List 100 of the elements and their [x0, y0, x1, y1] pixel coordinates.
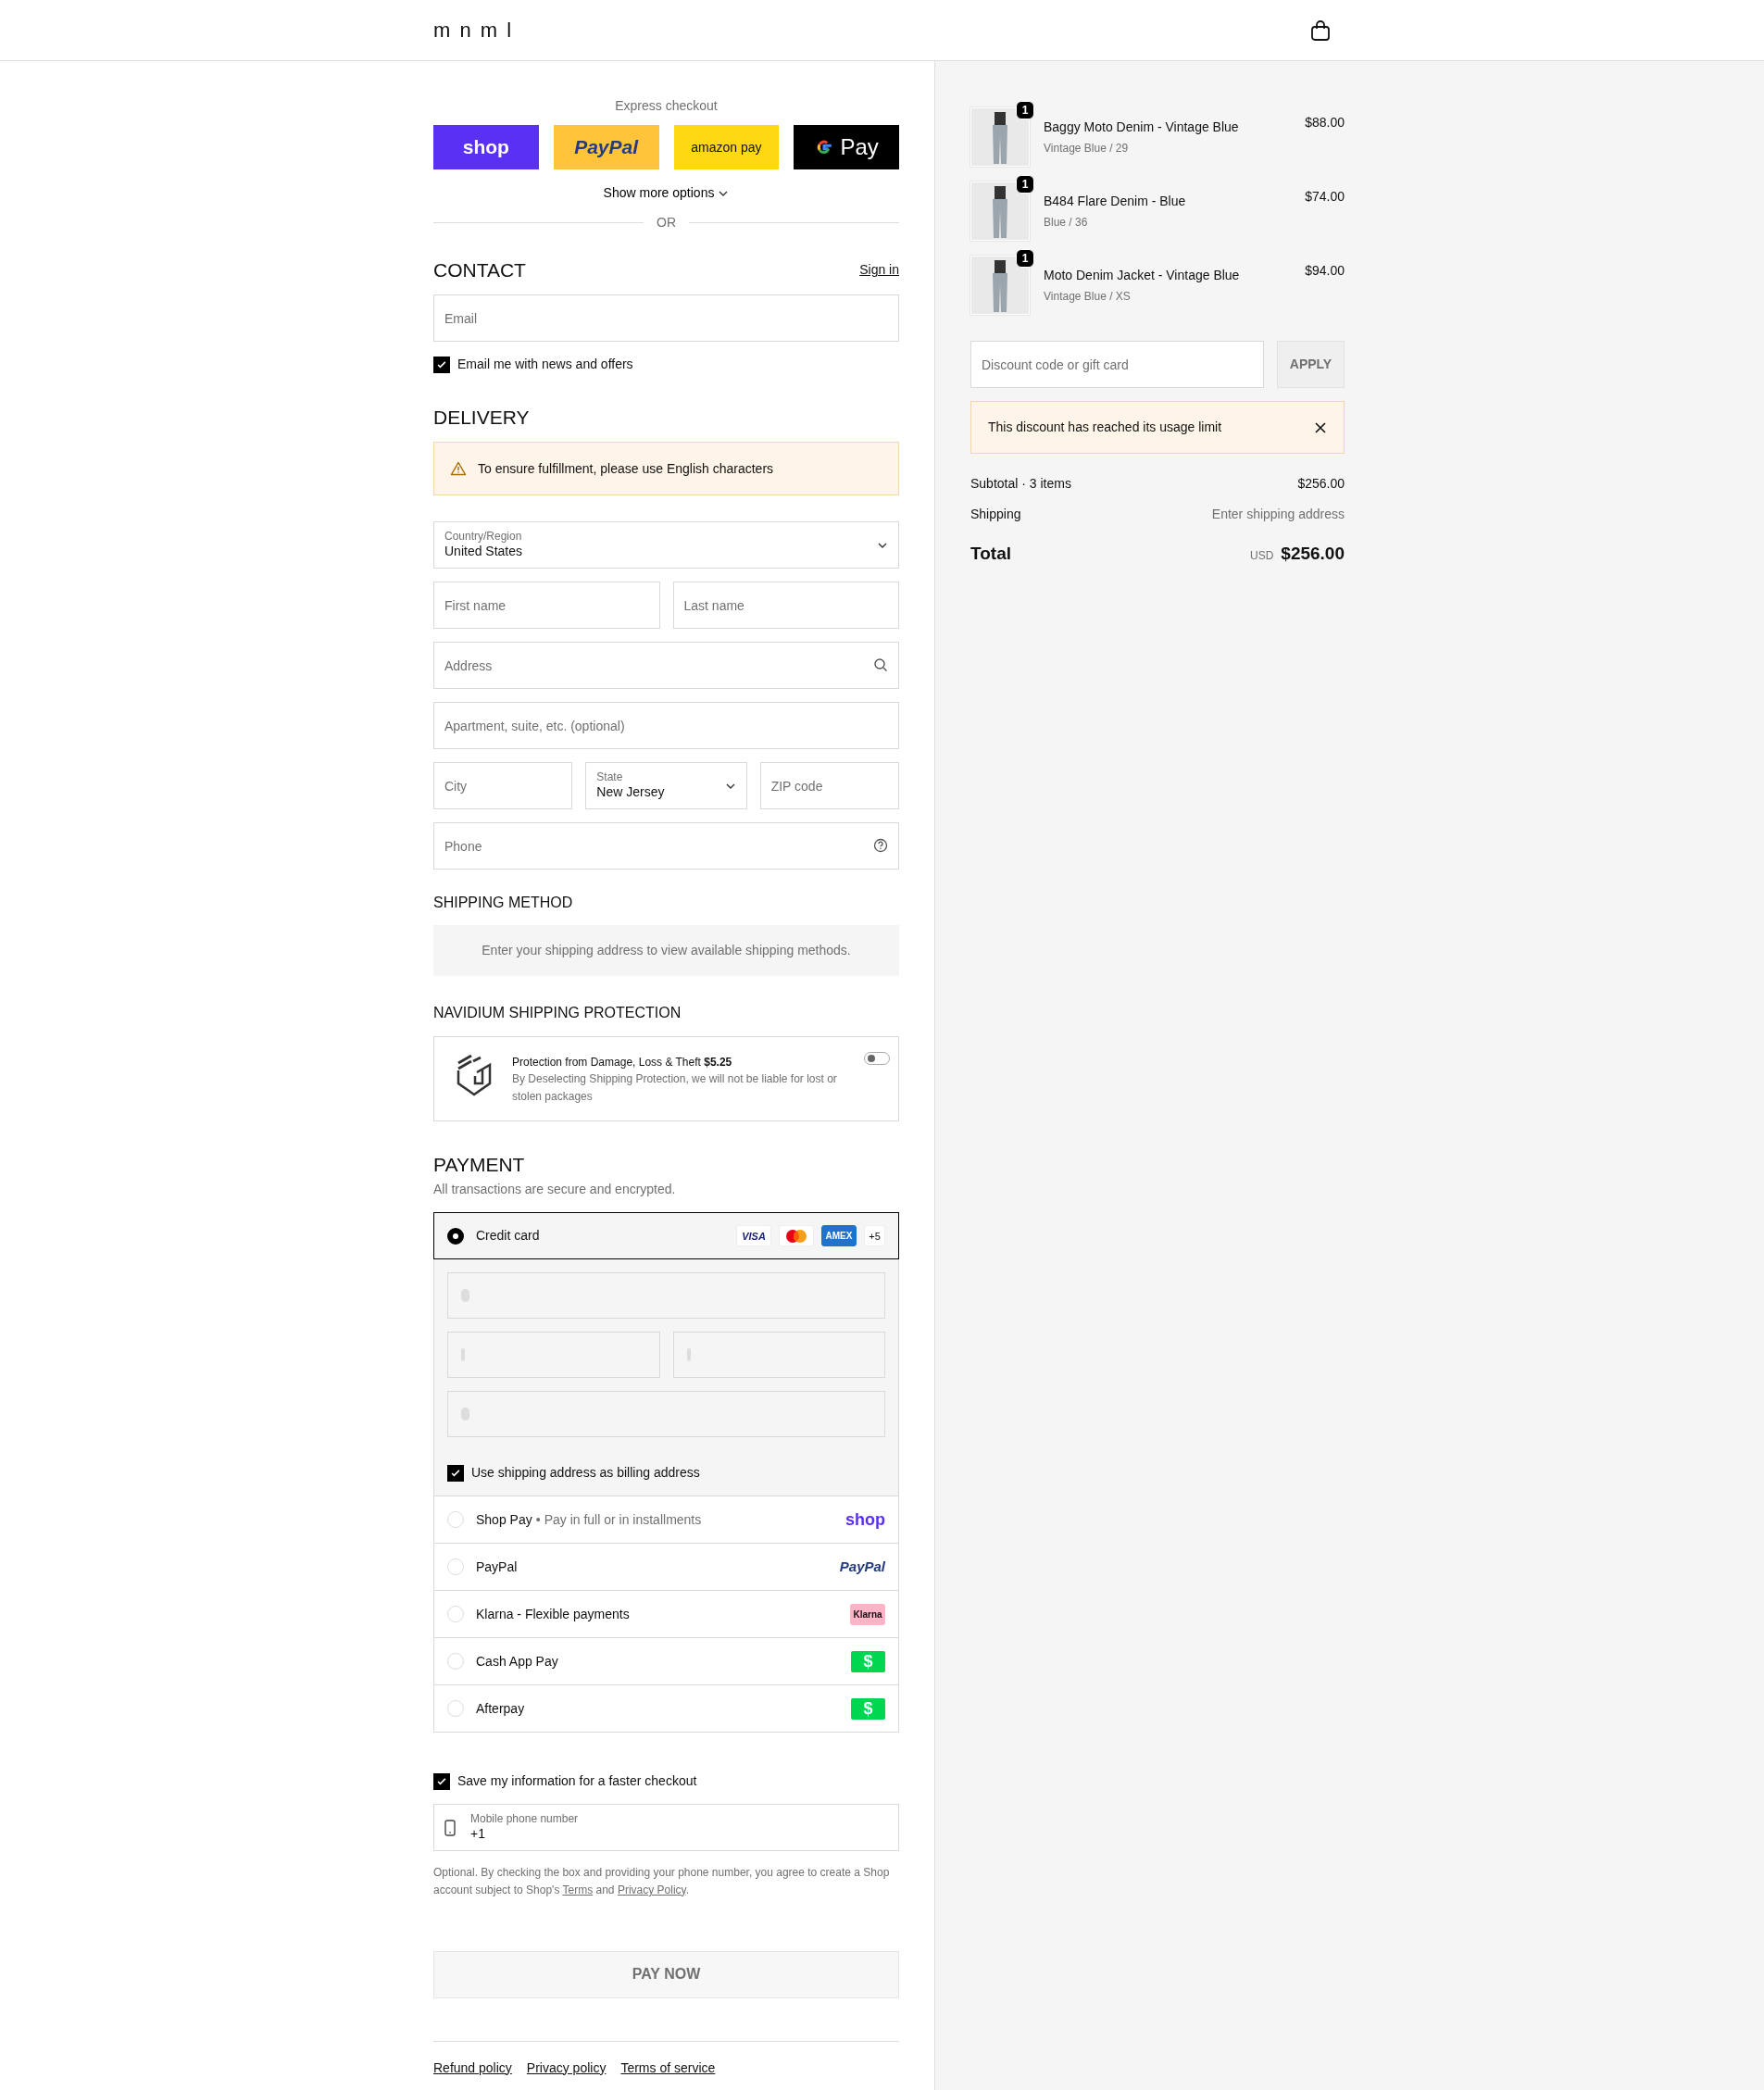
express-pay-button[interactable]: PayPal	[553, 125, 659, 169]
phone-input-field[interactable]: Mobile phone number +1	[433, 1804, 899, 1852]
checkbox[interactable]	[433, 356, 450, 373]
option-label: PayPal	[476, 1558, 518, 1576]
footer-link[interactable]: Terms of service	[620, 2058, 716, 2078]
input-field[interactable]: First name	[433, 582, 660, 630]
input-field[interactable]: Email	[433, 294, 899, 343]
total-label: Total	[970, 543, 1011, 565]
checkbox-label: Use shipping address as billing address	[471, 1464, 700, 1483]
protection-title: Protection from Damage, Loss & Theft $5.25	[512, 1054, 733, 1070]
card-brand-logo: VISA	[736, 1225, 771, 1247]
checkbox-label: Email me with news and offers	[457, 356, 633, 374]
section-heading: CONTACT	[433, 258, 526, 282]
product-price: $94.00	[1305, 262, 1345, 280]
payment-logo: $	[851, 1697, 885, 1720]
apply-button[interactable]: APPLY	[1277, 341, 1345, 388]
card-brand-logo: +5	[864, 1225, 885, 1247]
card-input-field[interactable]	[447, 1391, 885, 1438]
close-icon	[1314, 420, 1327, 434]
select-field[interactable]: Country/Region United States	[433, 521, 899, 569]
radio-button[interactable]	[447, 1227, 464, 1245]
payment-logo: shop	[845, 1508, 885, 1531]
search-icon	[873, 657, 888, 673]
payment-logo: Klarna	[850, 1603, 885, 1625]
product-price: $88.00	[1305, 114, 1345, 131]
card-input-field[interactable]	[672, 1332, 885, 1379]
option-label: Klarna - Flexible payments	[476, 1605, 630, 1623]
field-value: New Jersey	[596, 783, 665, 801]
warning-icon	[450, 461, 467, 477]
help-icon	[873, 838, 888, 854]
protection-description: By Deselecting Shipping Protection, we will not be liable for lost or stolen packages	[512, 1070, 838, 1105]
error-message: This discount has reached its usage limit	[988, 419, 1222, 436]
product-name: B484 Flare Denim - Blue	[1044, 193, 1187, 210]
shipping-methods-message: Enter your shipping address to view available shipping methods.	[433, 924, 899, 976]
input-field[interactable]: City	[433, 762, 573, 810]
terms-link[interactable]: Terms	[562, 1883, 594, 1896]
disclaimer-text: Optional. By checking the box and providing your phone number, you agree to create a Shop account subject to Shop's Terms and Privacy Policy.	[433, 1865, 891, 1898]
express-pay-button[interactable]: shop	[433, 125, 539, 169]
option-note: Pay in full or in installments	[544, 1510, 702, 1529]
quantity-badge: 1	[1016, 175, 1034, 194]
summary-label: Shipping	[970, 506, 1021, 523]
product-name: Baggy Moto Denim - Vintage Blue	[1044, 119, 1240, 136]
field-value: United States	[444, 543, 523, 560]
mobile-phone-icon	[444, 1819, 456, 1836]
toggle-switch[interactable]	[864, 1051, 890, 1065]
section-heading: DELIVERY	[433, 406, 531, 430]
separator-dot: •	[535, 1510, 541, 1529]
divider-label: OR	[657, 214, 676, 232]
input-field[interactable]: Address	[433, 642, 899, 690]
pay-now-button[interactable]: PAY NOW	[433, 1950, 899, 1998]
sign-in-link[interactable]: Sign in	[859, 260, 899, 281]
checkbox[interactable]	[433, 1772, 450, 1790]
field-label: Country/Region	[444, 531, 523, 544]
option-label: Afterpay	[476, 1699, 525, 1718]
input-field[interactable]: Apartment, suite, etc. (optional)	[433, 702, 899, 750]
total-amount: $256.00	[1281, 543, 1345, 565]
overlapping-circles-icon	[785, 1228, 807, 1244]
card-input-field[interactable]	[447, 1332, 660, 1379]
product-name: Moto Denim Jacket - Vintage Blue	[1044, 267, 1241, 284]
summary-label: Subtotal · 3 items	[970, 475, 1071, 493]
section-subtitle: All transactions are secure and encrypted.	[433, 1181, 677, 1199]
option-label: Credit card	[476, 1227, 540, 1245]
product-price: $74.00	[1305, 188, 1345, 206]
loading-placeholder	[686, 1348, 691, 1362]
section-heading: NAVIDIUM SHIPPING PROTECTION	[433, 1003, 682, 1021]
product-variant: Vintage Blue / 29	[1044, 141, 1130, 156]
checkbox[interactable]	[447, 1464, 464, 1482]
summary-value: Enter shipping address	[1211, 506, 1345, 523]
select-field[interactable]: State New Jersey	[585, 762, 747, 810]
section-label: Express checkout	[614, 97, 719, 115]
payment-logo: $	[851, 1650, 885, 1672]
loading-placeholder	[461, 1289, 469, 1303]
option-label: Cash App Pay	[476, 1652, 558, 1671]
checkbox-label: Save my information for a faster checkout	[457, 1772, 697, 1791]
store-logo[interactable]: m n m l	[433, 15, 514, 45]
payment-logo: PayPal	[839, 1558, 885, 1577]
footer-link[interactable]: Refund policy	[433, 2058, 512, 2078]
close-button[interactable]	[1314, 420, 1327, 434]
summary-value: $256.00	[1297, 475, 1345, 493]
field-value: +1	[470, 1825, 486, 1843]
payment-option[interactable]: Credit card VISA AMEX +5	[433, 1212, 899, 1260]
input-field[interactable]: Phone	[433, 822, 899, 870]
input-field[interactable]: Discount code or gift card	[970, 341, 1264, 388]
card-input-field[interactable]	[447, 1272, 885, 1320]
footer-link[interactable]: Privacy policy	[526, 2058, 607, 2078]
product-variant: Blue / 36	[1044, 215, 1089, 231]
privacy-policy-link[interactable]: Privacy Policy	[617, 1883, 686, 1896]
show-more-options-button[interactable]: Show more options	[597, 182, 735, 204]
input-field[interactable]: Last name	[672, 582, 899, 630]
shopping-bag-icon[interactable]	[1310, 19, 1331, 42]
quantity-badge: 1	[1016, 101, 1034, 119]
card-brand-logo: AMEX	[821, 1225, 857, 1247]
express-pay-button[interactable]: amazon pay	[673, 125, 780, 169]
quantity-badge: 1	[1016, 249, 1034, 268]
loading-placeholder	[461, 1408, 469, 1421]
field-label: State	[596, 771, 624, 784]
field-label: Mobile phone number	[470, 1813, 579, 1826]
option-label: Shop Pay	[476, 1510, 532, 1529]
input-field[interactable]: ZIP code	[759, 762, 899, 810]
express-pay-button[interactable]: Pay	[794, 125, 899, 169]
